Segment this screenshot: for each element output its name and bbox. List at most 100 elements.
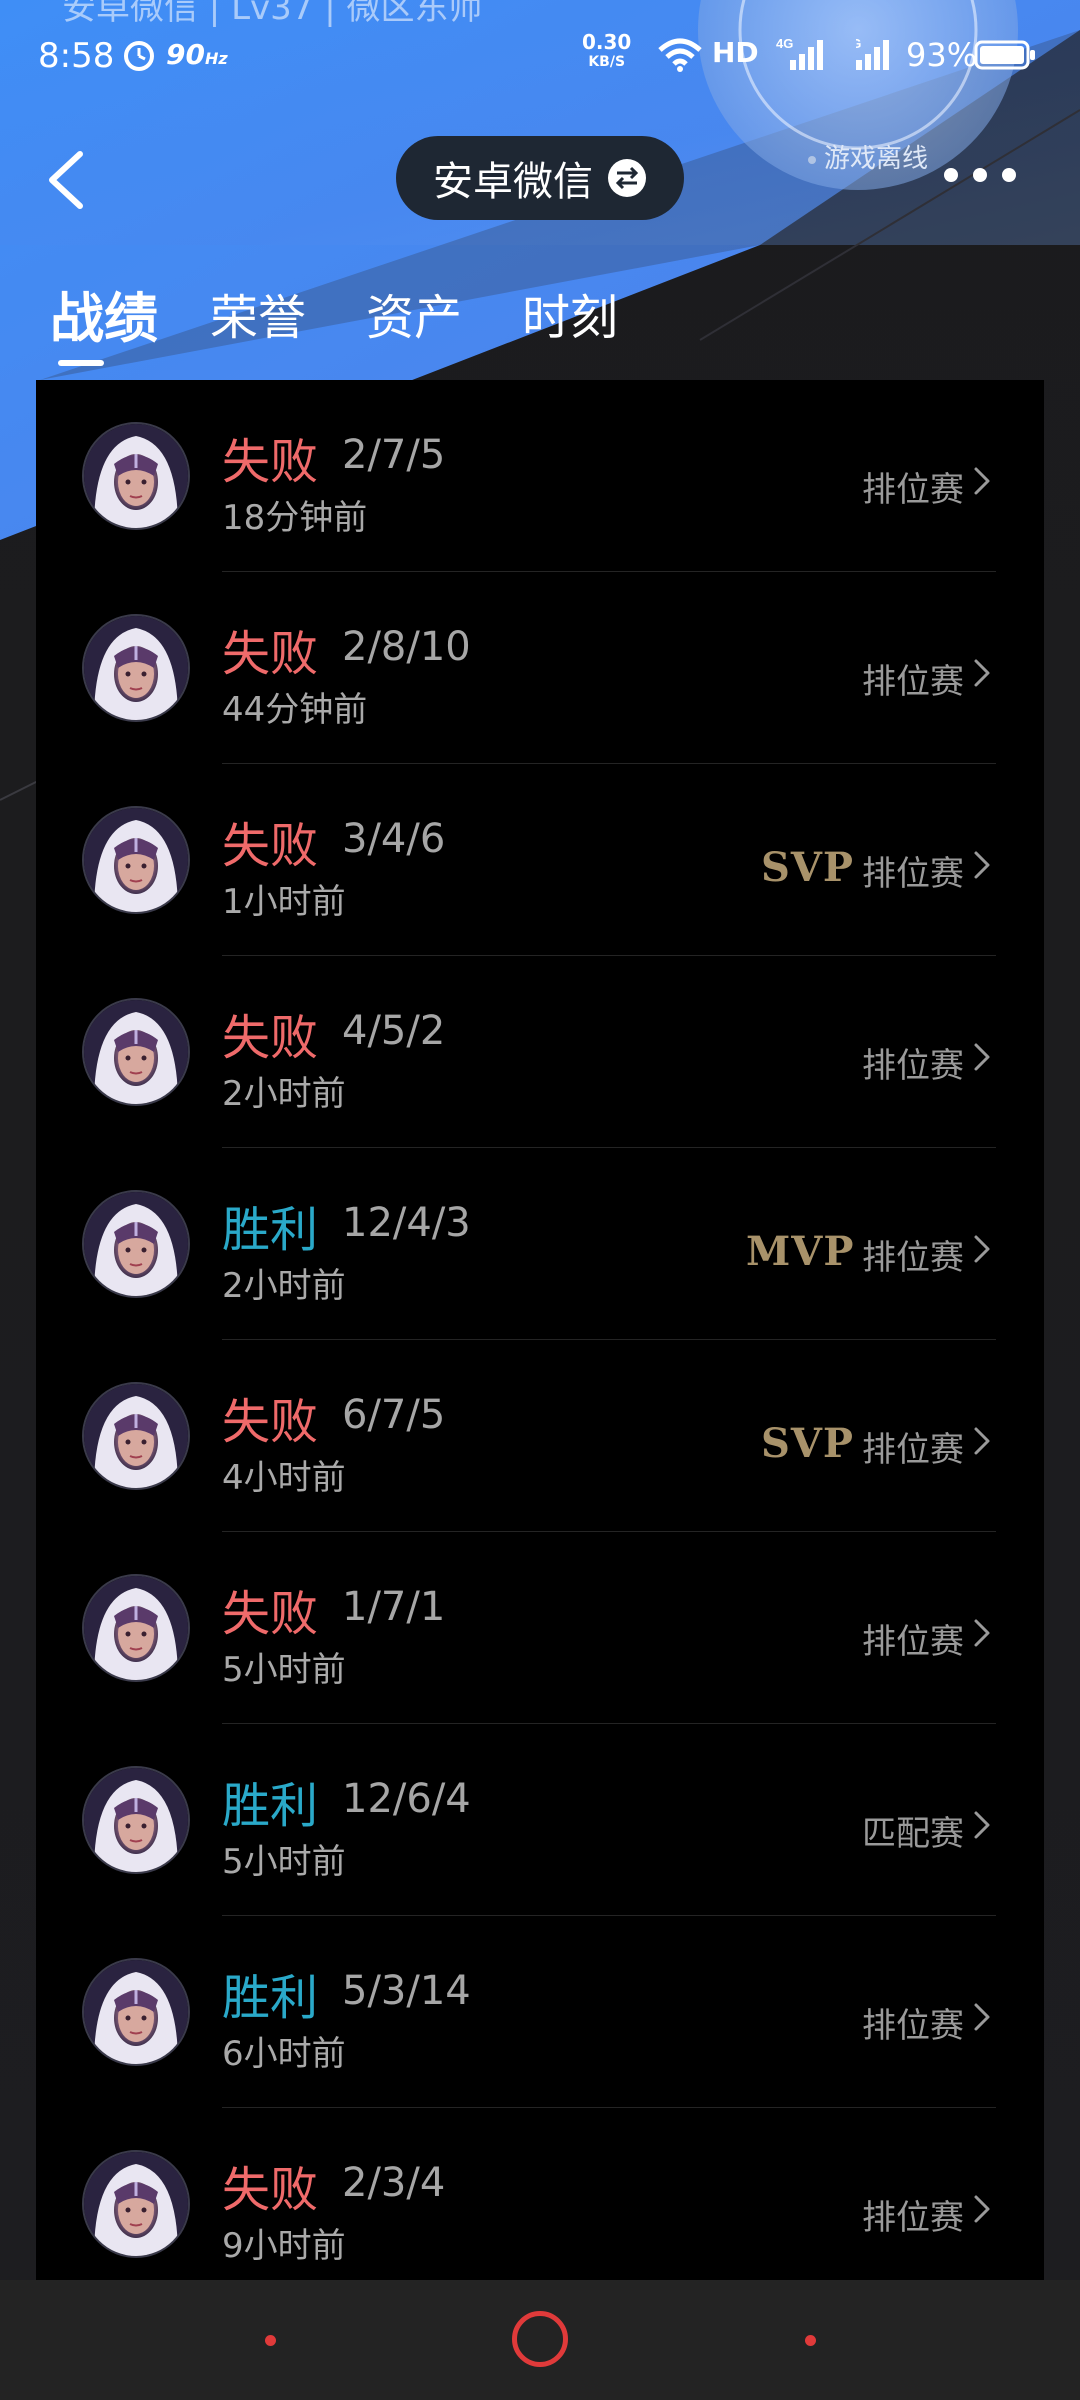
tab-honor[interactable]: 荣誉: [210, 278, 306, 348]
hero-portrait: [84, 1576, 188, 1680]
kda-score: 3/4/6: [342, 816, 446, 862]
match-record-row[interactable]: 胜利 12/4/3 2小时前 MVP 排位赛: [36, 1148, 1044, 1340]
match-mode: 排位赛: [862, 1238, 964, 1278]
back-button[interactable]: [40, 140, 100, 220]
kda-score: 2/8/10: [342, 624, 471, 670]
chevron-right-icon: [974, 2195, 990, 2223]
match-time: 44分钟前: [222, 690, 368, 730]
tab-moments[interactable]: 时刻: [522, 278, 618, 348]
refresh-rate-unit: Hz: [204, 49, 228, 68]
chevron-right-icon: [974, 1619, 990, 1647]
match-record-row[interactable]: 失败 6/7/5 4小时前 SVP 排位赛: [36, 1340, 1044, 1532]
kda-score: 2/7/5: [342, 432, 446, 478]
swap-icon: [608, 159, 646, 197]
svp-badge: SVP: [761, 1420, 854, 1467]
hero-avatar: [82, 1574, 190, 1682]
system-navigation-bar: [0, 2280, 1080, 2400]
status-bar: 8:58 90Hz 0.30 KB/S HD 4G 4G 93%: [0, 28, 1080, 84]
match-result: 失败: [222, 818, 319, 874]
match-record-row[interactable]: 失败 2/8/10 44分钟前 排位赛: [36, 572, 1044, 764]
tab-record[interactable]: 战绩: [50, 274, 158, 353]
signal-icon-sim1: 4G: [776, 36, 823, 70]
match-result: 失败: [222, 626, 319, 682]
battery-percent: 93%: [906, 36, 978, 74]
wifi-icon: [658, 38, 702, 72]
hero-avatar: [82, 1382, 190, 1490]
match-result: 胜利: [222, 1970, 319, 2026]
kda-score: 4/5/2: [342, 1008, 446, 1054]
hd-voice-label: HD: [712, 36, 759, 69]
chevron-right-icon: [972, 466, 992, 500]
match-mode: 排位赛: [862, 662, 964, 702]
chevron-right-icon: [972, 658, 992, 692]
hero-avatar: [82, 806, 190, 914]
svg-text:4G: 4G: [776, 36, 793, 51]
tab-bar: 战绩 荣誉 资产 时刻: [0, 278, 1080, 368]
kda-score: 5/3/14: [342, 1968, 471, 2014]
chevron-right-icon: [972, 1618, 992, 1652]
status-dot: [808, 155, 816, 164]
nav-home-button[interactable]: [512, 2311, 568, 2367]
match-mode: 排位赛: [862, 1046, 964, 1086]
chevron-right-icon: [972, 2002, 992, 2036]
hero-portrait: [84, 616, 188, 720]
tab-assets[interactable]: 资产: [366, 278, 462, 348]
account-switch-button[interactable]: 安卓微信: [396, 136, 684, 220]
kda-score: 6/7/5: [342, 1392, 446, 1438]
kda-score: 2/3/4: [342, 2160, 446, 2206]
match-mode: 匹配赛: [862, 1814, 964, 1854]
match-mode: 排位赛: [862, 2006, 964, 2046]
match-record-row[interactable]: 失败 3/4/6 1小时前 SVP 排位赛: [36, 764, 1044, 956]
match-mode: 排位赛: [862, 1622, 964, 1662]
match-record-row[interactable]: 胜利 5/3/14 6小时前 排位赛: [36, 1916, 1044, 2108]
match-mode: 排位赛: [862, 1430, 964, 1470]
match-result: 失败: [222, 1010, 319, 1066]
chevron-right-icon: [972, 850, 992, 884]
refresh-rate-value: 90: [166, 38, 205, 71]
nav-back-button[interactable]: [805, 2335, 816, 2346]
more-options-button[interactable]: [944, 160, 1016, 190]
match-record-row[interactable]: 胜利 12/6/4 5小时前 匹配赛: [36, 1724, 1044, 1916]
network-speed-unit: KB/S: [588, 54, 626, 70]
alarm-icon: [124, 41, 154, 71]
chevron-right-icon: [974, 1235, 990, 1263]
match-result: 失败: [222, 434, 319, 490]
game-status: 游戏离线: [808, 138, 928, 175]
status-time: 8:58: [38, 36, 115, 76]
chevron-left-icon: [49, 151, 83, 209]
chevron-right-icon: [972, 1042, 992, 1076]
match-record-row[interactable]: 失败 2/7/5 18分钟前 排位赛: [36, 380, 1044, 572]
chevron-right-icon: [974, 2003, 990, 2031]
match-result: 胜利: [222, 1778, 319, 1834]
hero-portrait: [84, 808, 188, 912]
refresh-rate: 90Hz: [166, 38, 228, 71]
match-time: 1小时前: [222, 882, 346, 922]
chevron-right-icon: [972, 1234, 992, 1268]
match-time: 2小时前: [222, 1266, 346, 1306]
more-dot-icon: [944, 168, 958, 182]
chevron-right-icon: [974, 659, 990, 687]
kda-score: 1/7/1: [342, 1584, 446, 1630]
match-result: 胜利: [222, 1202, 319, 1258]
kda-score: 12/6/4: [342, 1776, 471, 1822]
chevron-right-icon: [974, 851, 990, 879]
match-time: 6小时前: [222, 2034, 346, 2074]
more-dot-icon: [973, 168, 987, 182]
hero-portrait: [84, 424, 188, 528]
match-time: 5小时前: [222, 1650, 346, 1690]
svp-badge: SVP: [761, 844, 854, 891]
game-status-label: 游戏离线: [824, 144, 929, 174]
match-record-row[interactable]: 失败 2/3/4 9小时前 排位赛: [36, 2108, 1044, 2280]
match-time: 18分钟前: [222, 498, 368, 538]
nav-menu-button[interactable]: [265, 2335, 276, 2346]
kda-score: 12/4/3: [342, 1200, 471, 1246]
match-record-row[interactable]: 失败 4/5/2 2小时前 排位赛: [36, 956, 1044, 1148]
hero-portrait: [84, 1192, 188, 1296]
hero-portrait: [84, 1768, 188, 1872]
match-record-row[interactable]: 失败 1/7/1 5小时前 排位赛: [36, 1532, 1044, 1724]
hero-avatar: [82, 1190, 190, 1298]
chevron-right-icon: [972, 1810, 992, 1844]
active-tab-indicator: [58, 360, 104, 366]
truncated-profile-text: 安卓微信 | Lv37 | 微区东师: [62, 0, 483, 28]
partial-header-text: 安卓微信 | Lv37 | 微区东师: [0, 0, 1080, 30]
